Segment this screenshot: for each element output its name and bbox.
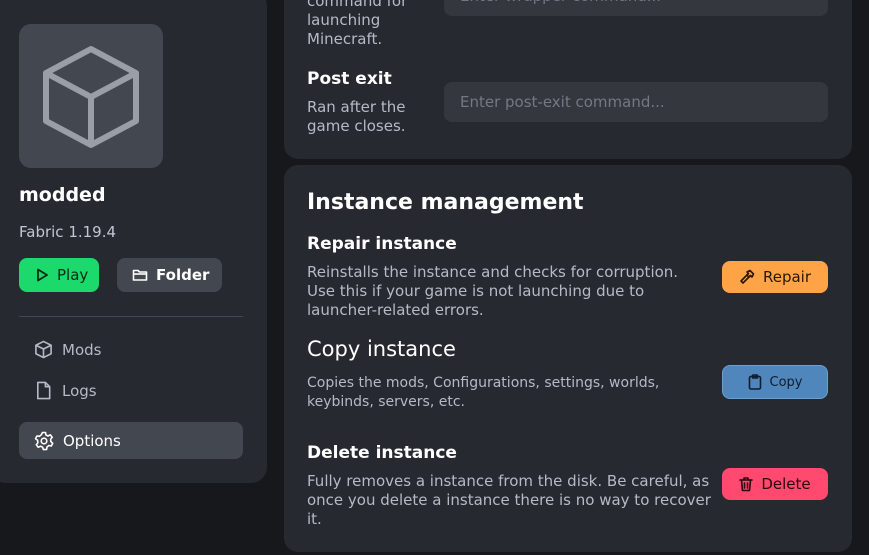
folder-icon [132, 269, 148, 281]
repair-title: Repair instance [307, 234, 457, 254]
play-label: Play [57, 266, 89, 284]
box-icon [35, 340, 52, 359]
wrapper-input[interactable] [444, 0, 828, 16]
section-title: Instance management [307, 190, 584, 215]
delete-description: Fully removes a instance from the disk. … [307, 472, 711, 528]
instance-management-card: Instance management Repair instance Rein… [284, 165, 852, 552]
repair-button[interactable]: Repair [722, 261, 828, 293]
hooks-card: command for launching Minecraft. Post ex… [284, 0, 852, 159]
instance-version: Fabric 1.19.4 [19, 223, 117, 241]
cube-icon [43, 46, 139, 148]
delete-label: Delete [761, 475, 811, 493]
sidebar-item-label: Options [63, 431, 121, 450]
repair-description: Reinstalls the instance and checks for c… [307, 263, 679, 319]
repair-label: Repair [762, 268, 812, 286]
copy-description: Copies the mods, Configurations, setting… [307, 375, 660, 410]
sidebar-item-logs[interactable]: Logs [19, 372, 243, 409]
clipboard-icon [748, 374, 761, 390]
sidebar-item-mods[interactable]: Mods [19, 331, 243, 368]
copy-title: Copy instance [307, 337, 456, 361]
instance-name: modded [19, 184, 106, 206]
copy-label: Copy [769, 374, 803, 390]
play-icon [37, 268, 48, 282]
gear-icon [34, 431, 54, 450]
folder-label: Folder [156, 266, 210, 284]
post-exit-input[interactable] [444, 82, 828, 122]
sidebar-item-label: Mods [62, 340, 102, 359]
play-button[interactable]: Play [19, 258, 99, 292]
trash-icon [739, 477, 754, 492]
wrapper-description: command for launching Minecraft. [307, 0, 408, 48]
hammer-icon [740, 269, 755, 284]
sidebar-item-label: Logs [62, 381, 97, 400]
sidebar: modded Fabric 1.19.4 Play Folder Mods Lo… [0, 0, 267, 483]
post-exit-title: Post exit [307, 69, 392, 89]
delete-title: Delete instance [307, 443, 457, 463]
folder-button[interactable]: Folder [117, 258, 222, 292]
post-exit-description: Ran after the game closes. [307, 98, 406, 135]
sidebar-divider [19, 316, 243, 317]
sidebar-item-options[interactable]: Options [19, 422, 243, 459]
file-icon [36, 381, 51, 400]
copy-button[interactable]: Copy [722, 365, 828, 399]
instance-icon [19, 24, 163, 168]
delete-button[interactable]: Delete [722, 468, 828, 500]
